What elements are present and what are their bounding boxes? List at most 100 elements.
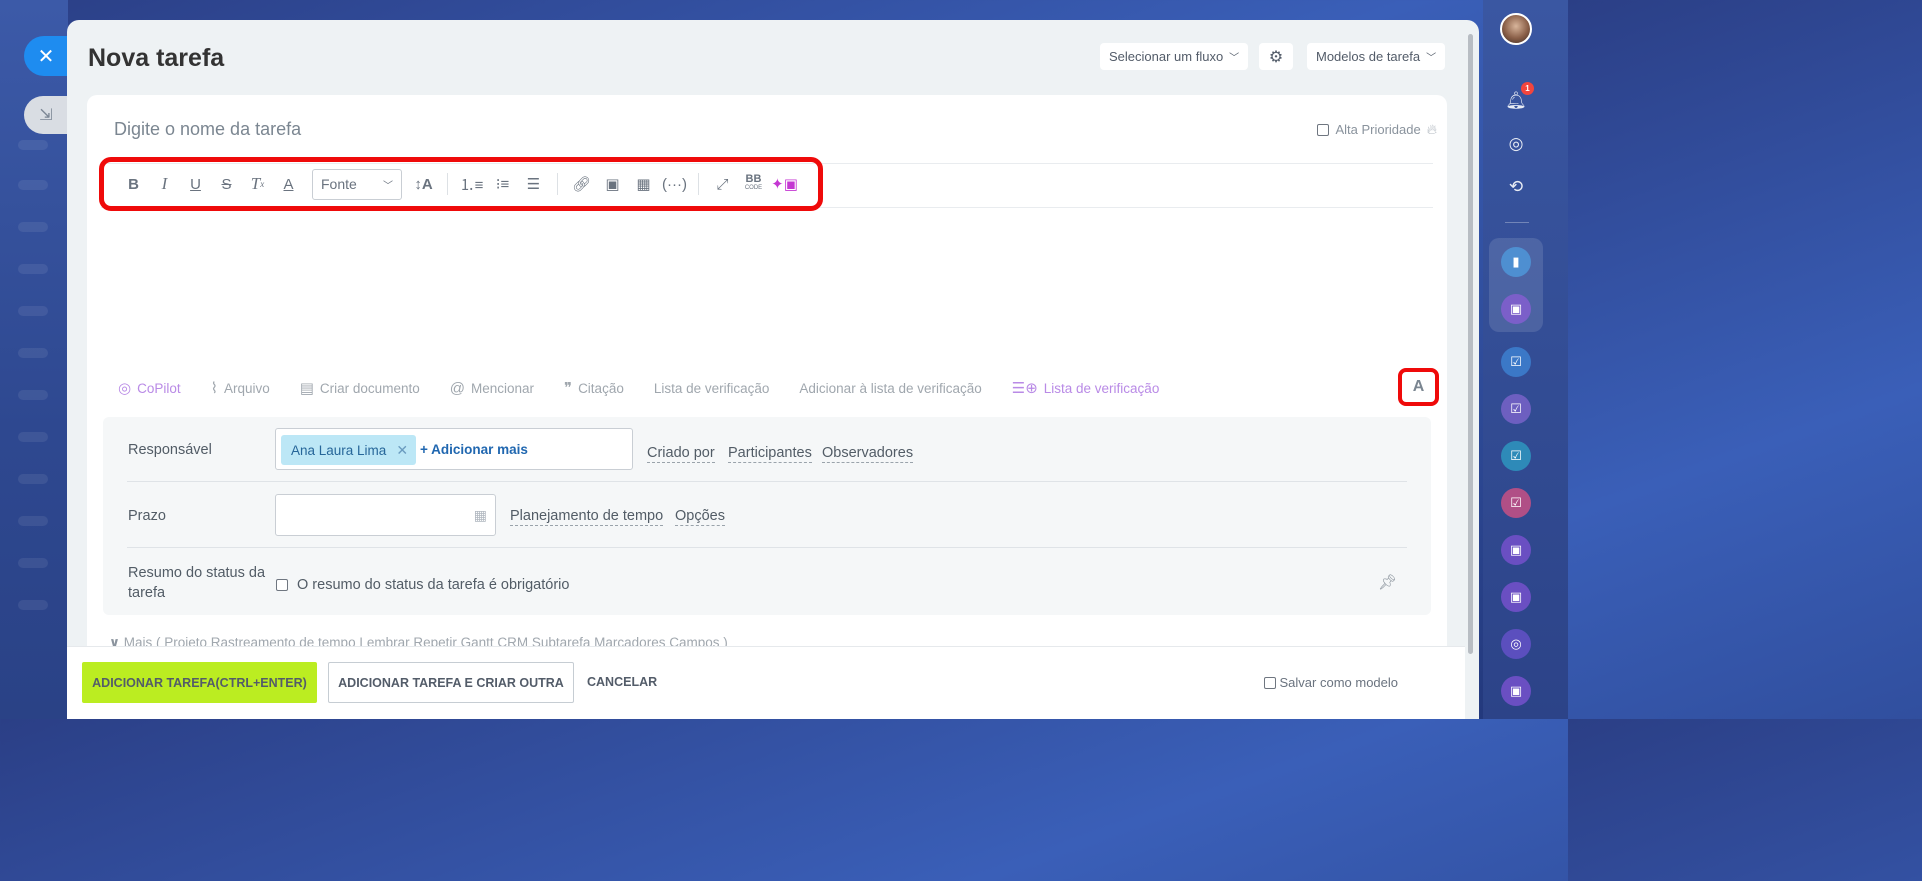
quote-label: Citação [578, 380, 624, 396]
text-format-toggle-button[interactable]: A [1398, 368, 1439, 406]
align-icon[interactable]: ☰ [518, 170, 549, 198]
row-divider [127, 481, 1407, 482]
high-priority-label: Alta Prioridade [1335, 122, 1421, 137]
high-priority-checkbox[interactable] [1317, 123, 1330, 136]
text-color-icon[interactable]: A [273, 170, 304, 198]
task-checkbox-icon[interactable]: ☑ [1501, 441, 1531, 471]
status-summary-label: Resumo do status da tarefa [128, 563, 265, 603]
high-priority-toggle[interactable]: Alta Prioridade 🔥︎ [1317, 121, 1437, 138]
bookmark-icon[interactable]: ▮ [1501, 247, 1531, 277]
numbered-list-icon[interactable]: ⒈≡ [456, 170, 487, 198]
panel-scrollbar[interactable] [1468, 34, 1473, 654]
bbcode-icon[interactable]: BB CODE [738, 170, 769, 198]
task-checkbox-icon[interactable]: ☑ [1501, 347, 1531, 377]
status-summary-checkbox-label: O resumo do status da tarefa é obrigatór… [297, 577, 570, 593]
target-icon[interactable]: ◎ [1501, 129, 1531, 159]
italic-icon[interactable]: I [149, 170, 180, 198]
attach-file-action[interactable]: ⌇ Arquivo [211, 379, 270, 397]
background-row [18, 348, 48, 358]
strikethrough-icon[interactable]: S [211, 170, 242, 198]
observers-link[interactable]: Observadores [822, 445, 914, 463]
background-row [18, 222, 48, 232]
background-row [18, 432, 48, 442]
attach-file-label: Arquivo [223, 380, 270, 396]
background-row [18, 306, 48, 316]
cancel-button[interactable]: CANCELAR [587, 675, 657, 689]
task-name-input[interactable] [114, 119, 1014, 140]
task-checkbox-icon[interactable]: ☑ [1501, 488, 1531, 518]
chat-avatar-icon[interactable]: ▣ [1501, 582, 1531, 612]
font-select[interactable]: Fonte ﹀ [312, 168, 402, 200]
copilot-action[interactable]: ◎ CoPilot [118, 379, 181, 397]
background-row [18, 600, 48, 610]
font-size-icon[interactable]: ↕A [408, 170, 439, 198]
mention-action[interactable]: @ Mencionar [450, 380, 534, 397]
remove-chip-icon[interactable]: ✕ [396, 442, 408, 459]
add-more-link[interactable]: + Adicionar mais [420, 442, 528, 457]
document-icon: ▤ [299, 380, 314, 397]
pin-icon[interactable]: 📌︎ [1378, 573, 1397, 591]
chat-avatar-icon[interactable]: ▣ [1501, 676, 1531, 706]
fullscreen-icon[interactable]: ⤢ [707, 170, 738, 198]
add-and-create-another-button[interactable]: ADICIONAR TAREFA E CRIAR OUTRA [328, 662, 574, 703]
task-templates-label: Modelos de tarefa [1316, 49, 1421, 64]
participants-link[interactable]: Participantes [728, 445, 812, 463]
calendar-icon: ▦ [473, 507, 487, 523]
minimize-icon: ⇲ [39, 107, 53, 124]
create-document-action[interactable]: ▤ Criar documento [300, 379, 420, 397]
image-icon[interactable]: ▣ [597, 170, 628, 198]
ai-image-icon[interactable]: ✦▣ [769, 170, 800, 198]
chat-avatar-icon[interactable]: ▣ [1501, 535, 1531, 565]
deadline-input[interactable]: ▦ [275, 494, 496, 536]
table-icon[interactable]: ▦ [628, 170, 659, 198]
close-icon: ✕ [37, 45, 55, 68]
close-slider-button[interactable]: ✕ [24, 36, 68, 76]
copilot-chat-icon[interactable]: ◎ [1501, 629, 1531, 659]
code-icon[interactable]: (···) [659, 170, 690, 198]
notification-badge: 1 [1521, 82, 1534, 95]
settings-button[interactable]: ⚙ [1259, 43, 1293, 70]
responsible-field[interactable]: Ana Laura Lima ✕ + Adicionar mais [275, 428, 633, 470]
link-icon[interactable]: 🔗︎ [566, 170, 597, 198]
deadline-label: Prazo [128, 508, 166, 524]
chat-avatar-icon[interactable]: ▣ [1501, 294, 1531, 324]
status-summary-toggle[interactable]: O resumo do status da tarefa é obrigatór… [276, 577, 569, 593]
row-divider [127, 547, 1407, 548]
task-form-card: Alta Prioridade 🔥︎ B I U S Tx A Fonte ﹀ … [87, 95, 1447, 655]
save-as-template-toggle[interactable]: Salvar como modelo [1263, 675, 1399, 690]
avatar[interactable] [1500, 13, 1532, 45]
toolbar-separator [447, 173, 448, 195]
add-to-checklist-action[interactable]: Adicionar à lista de verificação [799, 381, 981, 396]
created-by-link[interactable]: Criado por [647, 445, 715, 463]
save-as-template-checkbox[interactable] [1263, 676, 1276, 689]
toolbar-separator [557, 173, 558, 195]
minimize-slider-button[interactable]: ⇲ [24, 96, 68, 134]
toolbar-separator [698, 173, 699, 195]
quote-action[interactable]: ❞ Citação [564, 379, 624, 397]
sync-icon[interactable]: ⟲ [1501, 172, 1531, 202]
checklist-action[interactable]: Lista de verificação [654, 381, 770, 396]
status-summary-label-line2: tarefa [128, 585, 166, 601]
task-checkbox-icon[interactable]: ☑ [1501, 394, 1531, 424]
status-summary-checkbox[interactable] [276, 579, 288, 591]
clear-format-icon[interactable]: Tx [242, 170, 273, 198]
options-link[interactable]: Opções [675, 508, 725, 526]
save-as-template-label: Salvar como modelo [1279, 675, 1399, 690]
flow-select[interactable]: Selecionar um fluxo ﹀ [1100, 43, 1249, 70]
checklist-new-action[interactable]: ☰⊕ Lista de verificação [1012, 379, 1160, 397]
background-row [18, 558, 48, 568]
underline-icon[interactable]: U [180, 170, 211, 198]
background-row [18, 390, 48, 400]
flow-select-label: Selecionar um fluxo [1109, 49, 1224, 64]
bulleted-list-icon[interactable]: ⁝≡ [487, 170, 518, 198]
time-planning-link[interactable]: Planejamento de tempo [510, 508, 664, 526]
form-footer: ADICIONAR TAREFA(CTRL+ENTER) ADICIONAR T… [67, 646, 1465, 719]
responsible-chip[interactable]: Ana Laura Lima ✕ [281, 435, 417, 465]
background-row [18, 264, 48, 274]
copilot-label: CoPilot [137, 380, 181, 396]
page-title: Nova tarefa [88, 44, 225, 72]
bold-icon[interactable]: B [118, 170, 149, 198]
task-templates-select[interactable]: Modelos de tarefa ﹀ [1307, 43, 1446, 70]
font-select-label: Fonte [321, 176, 357, 192]
add-task-button[interactable]: ADICIONAR TAREFA(CTRL+ENTER) [82, 662, 317, 703]
